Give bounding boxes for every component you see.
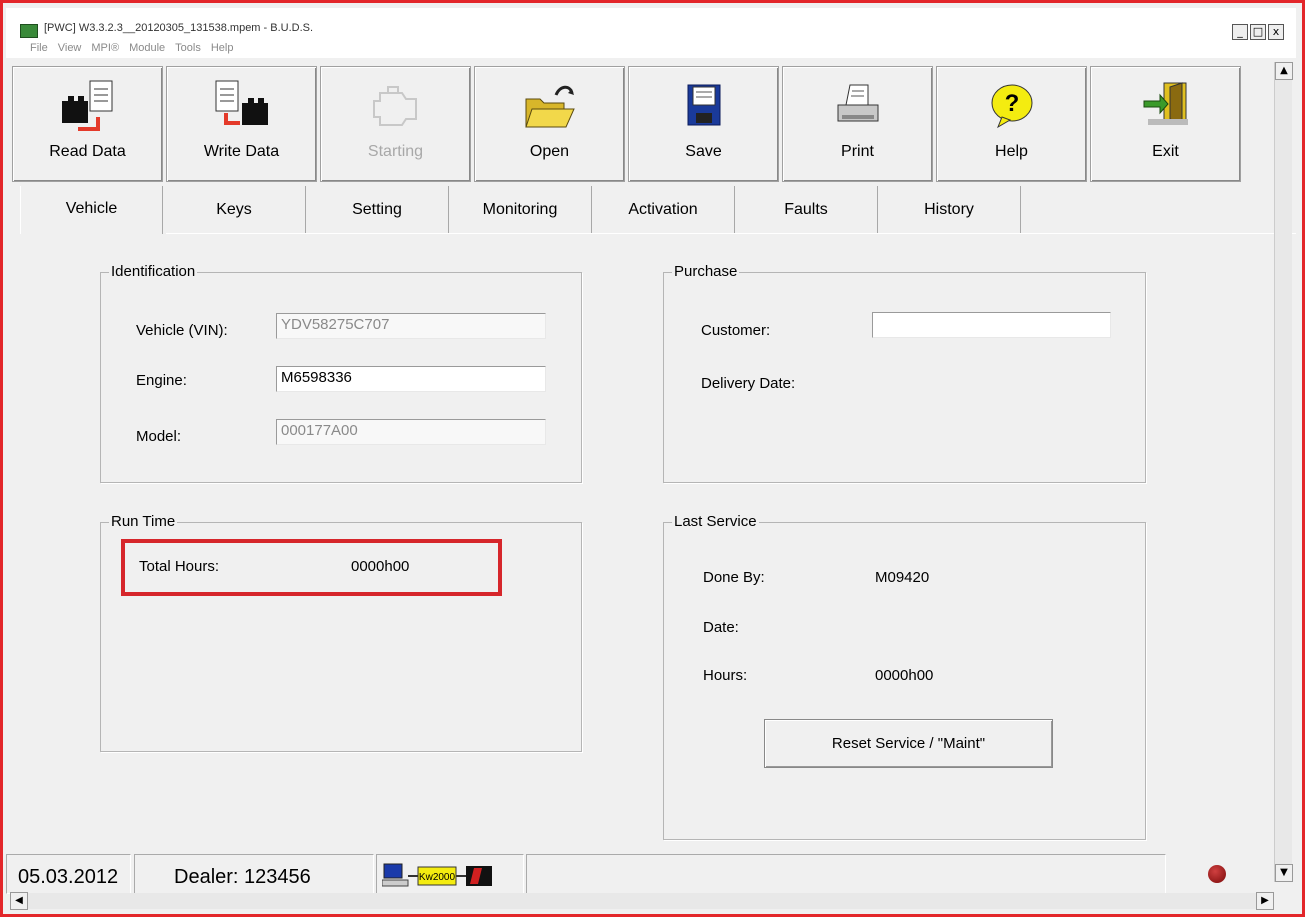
menu-view[interactable]: View [58,42,82,54]
purchase-caption: Purchase [672,263,740,280]
tab-keys[interactable]: Keys [163,186,306,234]
vin-label: Vehicle (VIN): [136,322,228,339]
kw2000-label: Kw2000 [419,872,456,883]
reset-service-button[interactable]: Reset Service / "Maint" [764,719,1053,768]
printer-icon [837,84,878,122]
done-by-label: Done By: [703,569,765,586]
open-label: Open [529,143,570,160]
print-button[interactable]: Print [782,66,933,182]
tab-divider [166,233,1296,234]
highlight-box [121,539,502,596]
tab-setting[interactable]: Setting [306,186,449,234]
status-dealer: Dealer: 123456 [174,866,311,888]
window-controls: _ □ x [1232,24,1284,40]
customer-field[interactable] [872,312,1111,338]
horizontal-scrollbar[interactable]: ◀ ▶ [10,892,1274,910]
menu-help[interactable]: Help [211,42,234,54]
maximize-button[interactable]: □ [1250,24,1266,40]
status-led-icon [1208,865,1226,883]
identification-caption: Identification [109,263,198,280]
exit-door-icon [1143,82,1188,125]
starting-label: Starting [367,143,424,160]
write-data-button[interactable]: Write Data [166,66,317,182]
starting-button[interactable]: Starting [320,66,471,182]
tab-activation[interactable]: Activation [592,186,735,234]
open-button[interactable]: Open [474,66,625,182]
scroll-left-arrow-icon[interactable]: ◀ [10,892,28,910]
delivery-date-label: Delivery Date: [701,375,796,392]
minimize-button[interactable]: _ [1232,24,1248,40]
svg-text:?: ? [1004,90,1019,117]
service-hours-value: 0000h00 [875,667,934,684]
help-label: Help [995,143,1028,160]
tab-vehicle[interactable]: Vehicle [20,186,163,234]
write-data-icon [215,80,268,125]
print-label: Print [841,143,874,160]
connection-status-icon: Kw2000 [382,863,492,887]
done-by-value: M09420 [875,569,930,586]
floppy-disk-icon [687,84,720,126]
app-icon [20,24,38,38]
window-title: [PWC] W3.3.2.3__20120305_131538.mpem - B… [44,22,314,34]
vin-field[interactable]: YDV58275C707 [276,313,546,339]
service-date-label: Date: [703,619,739,636]
service-hours-label: Hours: [703,667,748,684]
engine-field[interactable]: M6598336 [276,366,546,392]
write-data-label: Write Data [203,143,280,160]
status-date: 05.03.2012 [18,866,119,888]
tab-history[interactable]: History [878,186,1021,234]
read-data-label: Read Data [49,143,126,160]
menu-mpi[interactable]: MPI® [91,42,119,54]
toolbar: Read Data Write Data Starting Open Save [12,66,1247,182]
help-button[interactable]: ? Help [936,66,1087,182]
tab-bar: Vehicle Keys Setting Monitoring Activati… [20,186,1021,234]
tab-monitoring[interactable]: Monitoring [449,186,592,234]
read-data-icon [61,80,112,131]
menu-module[interactable]: Module [129,42,165,54]
engine-label: Engine: [136,372,187,389]
close-button[interactable]: x [1268,24,1284,40]
folder-open-icon [524,85,575,128]
title-bar: [PWC] W3.3.2.3__20120305_131538.mpem - B… [6,8,1296,58]
read-data-button[interactable]: Read Data [12,66,163,182]
menu-tools[interactable]: Tools [175,42,201,54]
last-service-caption: Last Service [672,513,759,530]
menu-bar: File View MPI® Module Tools Help [30,42,233,54]
exit-button[interactable]: Exit [1090,66,1241,182]
exit-label: Exit [1152,143,1179,160]
model-label: Model: [136,428,182,445]
save-label: Save [685,143,722,160]
engine-icon [372,86,417,126]
scroll-up-arrow-icon[interactable]: ▲ [1275,62,1293,80]
help-bubble-icon: ? [991,84,1032,129]
scroll-down-arrow-icon[interactable]: ▼ [1275,864,1293,882]
tab-faults[interactable]: Faults [735,186,878,234]
menu-file[interactable]: File [30,42,48,54]
run-time-caption: Run Time [109,513,178,530]
scroll-right-arrow-icon[interactable]: ▶ [1256,892,1274,910]
status-message-cell [526,854,1166,894]
model-field[interactable]: 000177A00 [276,419,546,445]
vertical-scrollbar[interactable]: ▲ ▼ [1274,62,1293,882]
save-button[interactable]: Save [628,66,779,182]
customer-label: Customer: [701,322,771,339]
